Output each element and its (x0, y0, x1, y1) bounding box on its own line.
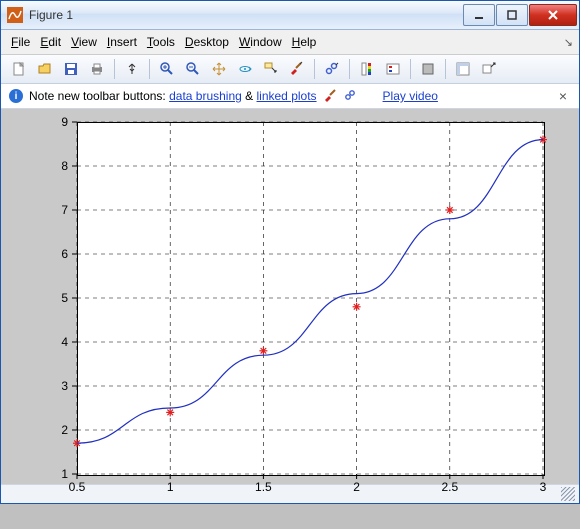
menu-bar: FileEditViewInsertToolsDesktopWindowHelp… (1, 30, 579, 55)
info-icon: i (9, 89, 23, 103)
new-figure-icon (11, 61, 27, 77)
brush-button[interactable] (285, 57, 309, 81)
svg-text:0.5: 0.5 (69, 480, 86, 494)
svg-text:3: 3 (61, 379, 68, 393)
edit-plot-icon (124, 61, 140, 77)
link-data-brushing[interactable]: data brushing (169, 89, 242, 103)
new-figure-button[interactable] (7, 57, 31, 81)
minimize-button[interactable] (463, 4, 495, 26)
axes: 0.511.522.53123456789 (1, 109, 580, 529)
link-linked-plots[interactable]: linked plots (257, 89, 317, 103)
rotate-3d-button[interactable] (233, 57, 257, 81)
insert-legend-button[interactable] (381, 57, 405, 81)
link-plot-icon (324, 61, 340, 77)
svg-text:1.5: 1.5 (255, 480, 272, 494)
edit-plot-button[interactable] (120, 57, 144, 81)
menu-window[interactable]: Window (235, 34, 286, 50)
zoom-in-icon (159, 61, 175, 77)
pan-icon (211, 61, 227, 77)
rotate-3d-icon (237, 61, 253, 77)
dock-figure-button[interactable] (477, 57, 501, 81)
svg-text:2: 2 (353, 480, 360, 494)
link-mini-icon (343, 88, 357, 105)
window-title: Figure 1 (29, 8, 462, 22)
menu-insert[interactable]: Insert (103, 34, 141, 50)
svg-text:6: 6 (61, 247, 68, 261)
zoom-in-button[interactable] (155, 57, 179, 81)
open-icon (37, 61, 53, 77)
menu-tools[interactable]: Tools (143, 34, 179, 50)
link-plot-button[interactable] (320, 57, 344, 81)
svg-text:8: 8 (61, 159, 68, 173)
dock-figure-icon (481, 61, 497, 77)
data-cursor-icon (263, 61, 279, 77)
info-text: Note new toolbar buttons: data brushing … (29, 89, 317, 103)
svg-text:1: 1 (61, 467, 68, 481)
svg-text:9: 9 (61, 115, 68, 129)
figure-canvas[interactable]: 0.511.522.53123456789 (1, 109, 579, 484)
show-plot-tools-button[interactable] (451, 57, 475, 81)
close-button[interactable] (529, 4, 577, 26)
brush-icon (289, 61, 305, 77)
figure-window: Figure 1 FileEditViewInsertToolsDesktopW… (0, 0, 580, 504)
zoom-out-icon (185, 61, 201, 77)
print-button[interactable] (85, 57, 109, 81)
menu-edit[interactable]: Edit (36, 34, 65, 50)
open-button[interactable] (33, 57, 57, 81)
save-button[interactable] (59, 57, 83, 81)
maximize-button[interactable] (496, 4, 528, 26)
title-bar[interactable]: Figure 1 (1, 1, 579, 30)
menu-view[interactable]: View (67, 34, 101, 50)
menu-desktop[interactable]: Desktop (181, 34, 233, 50)
svg-text:3: 3 (540, 480, 547, 494)
insert-colorbar-button[interactable] (355, 57, 379, 81)
toolbar (1, 55, 579, 84)
svg-text:4: 4 (61, 335, 68, 349)
info-bar: i Note new toolbar buttons: data brushin… (1, 84, 579, 109)
svg-text:5: 5 (61, 291, 68, 305)
svg-text:7: 7 (61, 203, 68, 217)
app-icon (7, 7, 23, 23)
save-icon (63, 61, 79, 77)
menubar-corner-icon[interactable]: ↘ (564, 36, 573, 49)
menu-help[interactable]: Help (288, 34, 321, 50)
link-play-video[interactable]: Play video (383, 89, 438, 103)
show-plot-tools-icon (455, 61, 471, 77)
pan-button[interactable] (207, 57, 231, 81)
svg-text:1: 1 (167, 480, 174, 494)
svg-text:2: 2 (61, 423, 68, 437)
infobar-close-button[interactable]: × (555, 88, 571, 104)
data-cursor-button[interactable] (259, 57, 283, 81)
svg-text:2.5: 2.5 (441, 480, 458, 494)
hide-plot-tools-button[interactable] (416, 57, 440, 81)
hide-plot-tools-icon (420, 61, 436, 77)
insert-colorbar-icon (359, 61, 375, 77)
window-buttons (462, 4, 577, 26)
zoom-out-button[interactable] (181, 57, 205, 81)
print-icon (89, 61, 105, 77)
menu-file[interactable]: File (7, 34, 34, 50)
brush-mini-icon (323, 88, 337, 105)
insert-legend-icon (385, 61, 401, 77)
